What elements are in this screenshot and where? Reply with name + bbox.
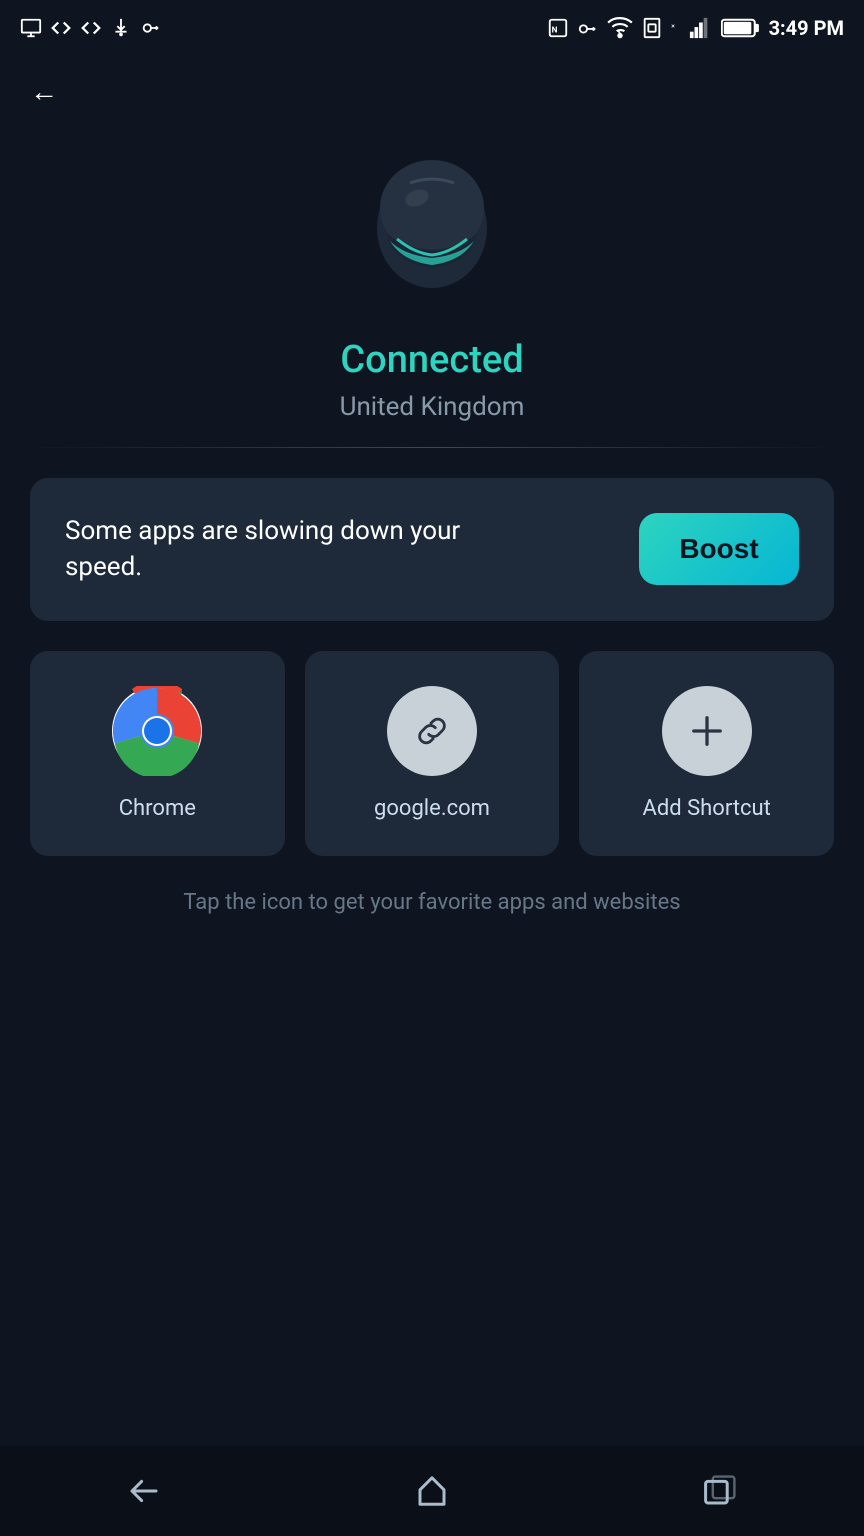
nav-recents-button[interactable] [687,1458,753,1524]
google-label: google.com [374,796,490,821]
code2-icon [80,17,102,39]
link-icon [410,709,454,753]
add-shortcut-label: Add Shortcut [642,796,770,821]
helmet-illustration [347,148,517,318]
main-content: Connected United Kingdom Some apps are s… [0,128,864,919]
boost-message: Some apps are slowing down your speed. [65,513,469,586]
status-icons-right: N [547,15,844,41]
shortcut-chrome[interactable]: Chrome [30,651,285,856]
google-circle [387,686,477,776]
screenshot-icon [20,17,42,39]
hint-text: Tap the icon to get your favorite apps a… [163,886,700,919]
shortcut-add[interactable]: Add Shortcut [579,651,834,856]
plus-icon [685,709,729,753]
x-signal-icon [671,17,679,39]
connected-status: Connected [340,338,523,382]
nav-recents-icon [702,1473,738,1509]
shortcuts-grid: Chrome google.com [30,651,834,856]
chrome-icon-container [112,686,202,776]
time-display: 3:49 PM [769,16,844,40]
back-arrow-icon: ← [30,75,58,108]
svg-text:N: N [551,25,557,35]
add-icon-container [662,686,752,776]
sim-icon [641,17,663,39]
back-button[interactable]: ← [0,55,864,128]
usb-icon [110,17,132,39]
vpnkey-icon [577,17,599,39]
boost-button[interactable]: Boost [639,513,799,585]
nav-back-icon [126,1473,162,1509]
signal-icon [687,17,713,39]
nfc-icon: N [547,17,569,39]
chrome-label: Chrome [119,796,196,821]
nav-home-button[interactable] [399,1458,465,1524]
nav-bar [0,1446,864,1536]
code1-icon [50,17,72,39]
google-icon-container [387,686,477,776]
nav-back-button[interactable] [111,1458,177,1524]
shortcut-google[interactable]: google.com [305,651,560,856]
battery-icon [721,17,761,39]
boost-card: Some apps are slowing down your speed. B… [30,478,834,621]
chrome-icon [112,686,202,776]
nav-home-icon [414,1473,450,1509]
key-icon [140,17,162,39]
status-bar: N [0,0,864,55]
location-label: United Kingdom [340,392,525,422]
divider [30,447,834,448]
add-circle [662,686,752,776]
wifi-icon [607,15,633,41]
status-icons-left [20,17,162,39]
